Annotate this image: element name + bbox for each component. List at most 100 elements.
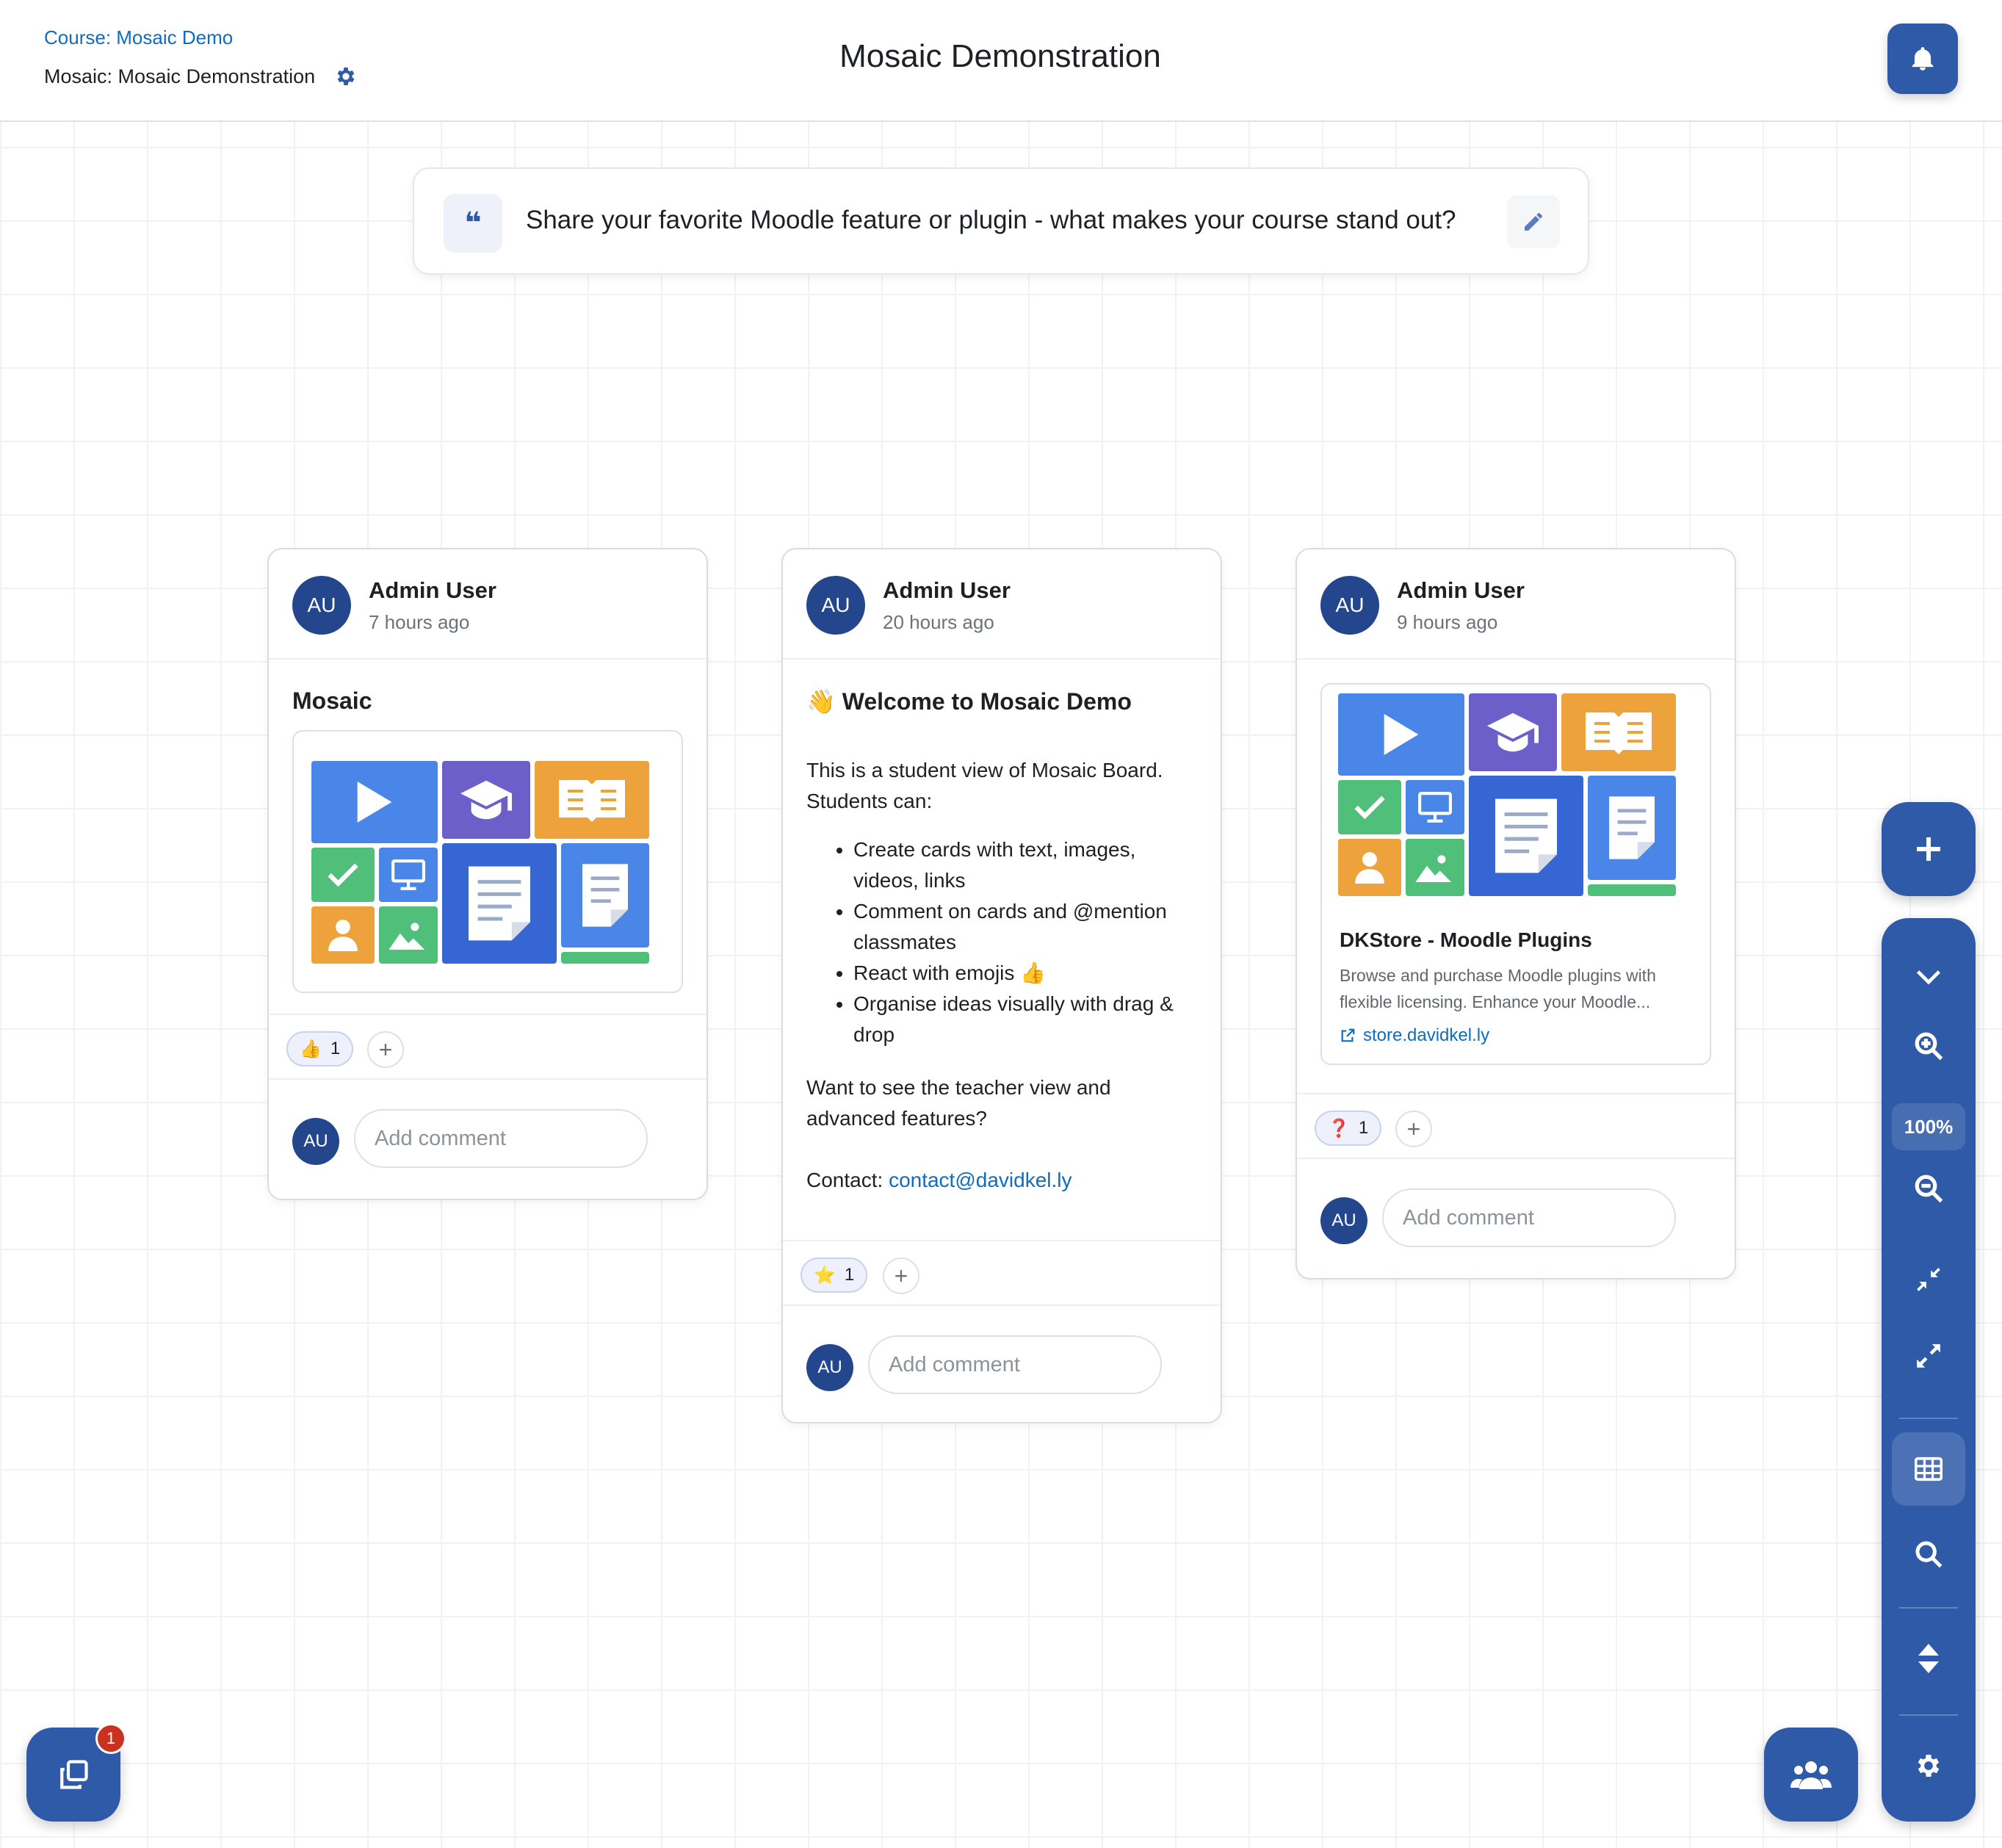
card-intro: This is a student view of Mosaic Board. … <box>806 759 1163 812</box>
search-button[interactable] <box>1892 1517 1965 1591</box>
document-tile <box>1469 776 1583 896</box>
drafts-count-badge: 1 <box>95 1723 126 1754</box>
contact-line: Contact: contact@davidkel.ly <box>806 1165 1197 1196</box>
avatar: AU <box>292 576 351 635</box>
image-icon <box>1415 855 1452 882</box>
sort-icon <box>1918 1644 1939 1673</box>
reaction-question[interactable]: ❓ 1 <box>1315 1111 1382 1146</box>
card-reactions: ❓ 1 + <box>1297 1093 1735 1159</box>
card-reactions: ⭐ 1 + <box>783 1240 1221 1306</box>
check-tile <box>311 848 375 902</box>
image-tile <box>1406 839 1464 896</box>
gear-icon <box>1918 1755 1940 1777</box>
zoom-in-icon <box>1915 1032 1943 1061</box>
book-icon <box>559 780 625 822</box>
list-item: React with emojis 👍 <box>853 958 1197 989</box>
link-preview[interactable]: DKStore - Moodle Plugins Browse and purc… <box>1320 683 1711 1065</box>
card-header: AU Admin User 20 hours ago <box>783 549 1221 660</box>
page-icon <box>1609 796 1655 859</box>
user-icon <box>1355 852 1384 884</box>
notifications-button[interactable] <box>1887 24 1958 94</box>
card-dkstore[interactable]: AU Admin User 9 hours ago DKStore - Mood… <box>1295 548 1736 1279</box>
card-content: 👋 Welcome to Mosaic Demo This is a stude… <box>783 660 1221 1240</box>
reaction-count: 1 <box>330 1039 341 1058</box>
card-outro: Want to see the teacher view and advance… <box>806 1076 1111 1130</box>
card-content: Mosaic <box>269 660 707 1014</box>
external-link-icon <box>1341 1028 1355 1042</box>
reaction-emoji: ❓ <box>1328 1118 1350 1138</box>
board-prompt: ❝ Share your favorite Moodle feature or … <box>413 167 1589 275</box>
avatar: AU <box>806 576 865 635</box>
activity-label: Mosaic: Mosaic Demonstration <box>44 65 316 87</box>
toolbar-separator <box>1899 1714 1958 1716</box>
card-title: Mosaic <box>292 687 372 714</box>
comment-avatar: AU <box>292 1118 339 1165</box>
add-reaction-button[interactable]: + <box>883 1257 919 1294</box>
settings-icon[interactable] <box>334 65 358 88</box>
card-title: 👋 Welcome to Mosaic Demo <box>806 688 1132 715</box>
grid-icon <box>1915 1457 1943 1481</box>
document-tile <box>442 843 557 964</box>
card-image[interactable] <box>292 730 683 993</box>
zoom-out-button[interactable] <box>1892 1152 1965 1225</box>
add-reaction-button[interactable]: + <box>1395 1111 1432 1147</box>
progress-bar-tile <box>561 952 649 964</box>
contact-label: Contact: <box>806 1169 889 1191</box>
bell-icon <box>1912 47 1934 71</box>
board-toolbar: 100% <box>1882 918 1976 1822</box>
add-card-button[interactable] <box>1882 802 1976 896</box>
card-mosaic[interactable]: AU Admin User 7 hours ago Mosaic 👍 1 + A… <box>267 548 708 1200</box>
zoom-out-icon <box>1915 1174 1943 1203</box>
zoom-level: 100% <box>1892 1103 1965 1150</box>
course-tile <box>442 761 530 839</box>
sort-button[interactable] <box>1892 1622 1965 1695</box>
card-author: Admin User <box>1397 577 1525 603</box>
card-header: AU Admin User 9 hours ago <box>1297 549 1735 660</box>
add-reaction-button[interactable]: + <box>367 1031 404 1068</box>
grid-view-button[interactable] <box>1892 1432 1965 1506</box>
page-tile <box>1588 776 1676 880</box>
expand-icon <box>1917 1344 1940 1368</box>
document-icon <box>469 866 530 941</box>
page-icon <box>582 864 628 927</box>
edit-prompt-button[interactable] <box>1507 195 1560 248</box>
link-preview-description: Browse and purchase Moodle plugins with … <box>1340 966 1656 1011</box>
activity-name: Mosaic: Mosaic Demonstration <box>44 65 358 88</box>
comment-input[interactable]: Add comment <box>1382 1188 1676 1247</box>
graduation-cap-icon <box>1487 712 1539 752</box>
board-settings-button[interactable] <box>1892 1729 1965 1802</box>
zoom-in-button[interactable] <box>1892 1009 1965 1083</box>
mosaic-illustration <box>1338 693 1676 896</box>
user-tile <box>1338 839 1401 896</box>
page-tile <box>561 843 649 948</box>
avatar: AU <box>1320 576 1379 635</box>
reaction-emoji: 👍 <box>300 1039 322 1059</box>
check-icon <box>328 863 358 887</box>
card-body: This is a student view of Mosaic Board. … <box>783 755 1221 1196</box>
reaction-star[interactable]: ⭐ 1 <box>801 1257 868 1293</box>
comment-input[interactable]: Add comment <box>354 1109 648 1168</box>
contact-email-link[interactable]: contact@davidkel.ly <box>889 1169 1072 1191</box>
prompt-text: Share your favorite Moodle feature or pl… <box>526 206 1456 234</box>
card-content: DKStore - Moodle Plugins Browse and purc… <box>1297 660 1735 1093</box>
comment-input[interactable]: Add comment <box>868 1335 1162 1394</box>
card-welcome[interactable]: AU Admin User 20 hours ago 👋 Welcome to … <box>781 548 1222 1423</box>
book-tile <box>535 761 649 839</box>
check-tile <box>1338 780 1401 834</box>
comment-row: AU Add comment <box>269 1080 707 1197</box>
link-preview-title: DKStore - Moodle Plugins <box>1340 928 1592 951</box>
breadcrumb-course-link[interactable]: Course: Mosaic Demo <box>44 26 233 49</box>
link-preview-url[interactable]: store.davidkel.ly <box>1340 1025 1489 1046</box>
list-item: Organise ideas visually with drag & drop <box>853 989 1197 1050</box>
mosaic-illustration <box>311 761 649 964</box>
participants-button[interactable] <box>1764 1728 1858 1822</box>
video-tile <box>1338 693 1464 776</box>
pencil-icon <box>1525 213 1542 231</box>
collapse-toolbar-button[interactable] <box>1892 940 1965 1014</box>
expand-button[interactable] <box>1892 1319 1965 1393</box>
comment-avatar: AU <box>806 1344 853 1391</box>
comment-avatar: AU <box>1320 1197 1367 1244</box>
user-icon <box>328 920 358 951</box>
reaction-thumbs-up[interactable]: 👍 1 <box>286 1031 354 1066</box>
fit-to-screen-button[interactable] <box>1892 1243 1965 1316</box>
